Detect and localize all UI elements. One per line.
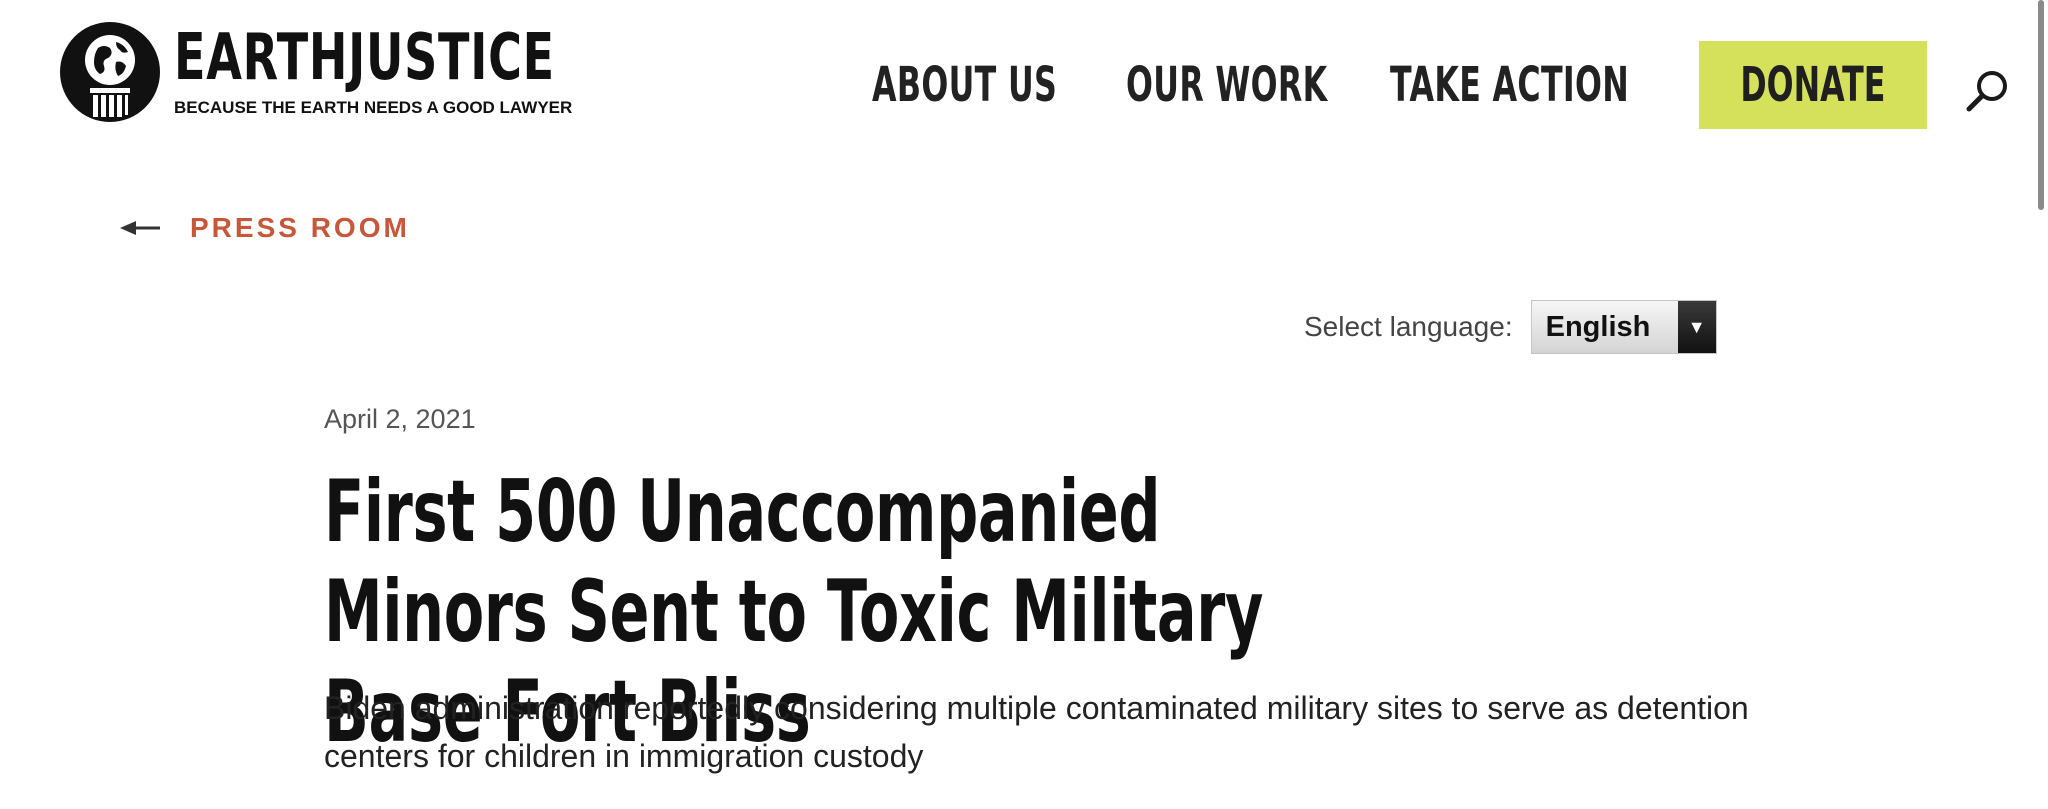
- scrollbar[interactable]: [2038, 0, 2044, 210]
- logo-name: EARTHJUSTICE: [174, 21, 555, 95]
- nav-item-label: ABOUT US: [872, 57, 1058, 113]
- donate-label: DONATE: [1740, 57, 1886, 113]
- arrow-left-icon: [120, 221, 160, 235]
- dropdown-caret-icon: ▼: [1677, 301, 1716, 353]
- site-logo[interactable]: EARTHJUSTICE BECAUSE THE EARTH NEEDS A G…: [58, 20, 703, 124]
- logo-tagline: BECAUSE THE EARTH NEEDS A GOOD LAWYER: [174, 98, 573, 117]
- language-selector: Select language: English ▼: [1304, 300, 1717, 354]
- article-date: April 2, 2021: [324, 404, 476, 434]
- back-to-press-room-link[interactable]: PRESS ROOM: [120, 212, 410, 244]
- nav-item-take-action[interactable]: TAKE ACTION: [1390, 57, 1636, 113]
- globe-pillar-icon: [60, 22, 160, 122]
- main-nav: ABOUT US OUR WORK TAKE ACTION: [872, 40, 1636, 130]
- search-icon[interactable]: [1964, 66, 2012, 114]
- language-selected-value: English: [1545, 310, 1651, 343]
- article-subtitle: Biden administration reportedly consider…: [324, 690, 1749, 774]
- language-label: Select language:: [1304, 311, 1513, 342]
- nav-item-our-work[interactable]: OUR WORK: [1126, 57, 1332, 113]
- language-select[interactable]: English ▼: [1530, 300, 1717, 354]
- back-link-label: PRESS ROOM: [190, 212, 410, 243]
- nav-item-label: OUR WORK: [1126, 57, 1328, 113]
- nav-item-about-us[interactable]: ABOUT US: [872, 57, 1068, 113]
- nav-item-label: TAKE ACTION: [1390, 57, 1630, 113]
- donate-button[interactable]: DONATE: [1699, 41, 1927, 129]
